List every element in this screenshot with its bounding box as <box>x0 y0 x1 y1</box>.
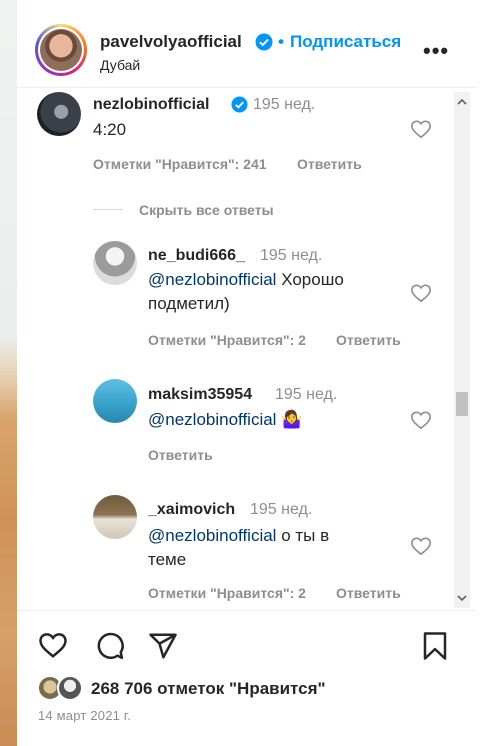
reply-text-line1: Хорошо <box>276 270 344 289</box>
reply-button[interactable]: Ответить <box>148 447 213 463</box>
reply-username[interactable]: ne_budi666_ <box>148 247 245 265</box>
post-location[interactable]: Дубай <box>100 57 140 73</box>
comment-like-heart-icon[interactable] <box>410 119 432 139</box>
comment-icon[interactable] <box>95 631 125 661</box>
reply-like-heart-icon[interactable] <box>410 410 432 430</box>
comment-time[interactable]: 195 нед. <box>253 96 315 114</box>
comments-scrollbar[interactable] <box>454 92 470 608</box>
post-panel: pavelvolyaofficial • Подписаться Дубай •… <box>17 0 477 746</box>
post-header: pavelvolyaofficial • Подписаться Дубай •… <box>17 0 477 88</box>
reply-like-heart-icon[interactable] <box>410 283 432 303</box>
share-icon[interactable] <box>148 631 178 661</box>
right-gap <box>477 0 487 746</box>
reply-avatar[interactable] <box>93 495 137 539</box>
verified-badge-icon <box>231 96 248 113</box>
hide-replies-button[interactable]: Скрыть все ответы <box>139 202 274 218</box>
reply-time[interactable]: 195 нед. <box>250 501 312 519</box>
reply-text: @nezlobinofficial 🤷‍♀️ <box>148 408 302 432</box>
more-options-icon[interactable]: ••• <box>423 38 449 64</box>
reply-button[interactable]: Ответить <box>336 332 401 348</box>
author-avatar[interactable] <box>35 24 87 76</box>
shrug-emoji: 🤷‍♀️ <box>281 410 303 429</box>
background-image-strip <box>0 0 17 746</box>
scroll-down-arrow-icon[interactable] <box>454 592 470 604</box>
reply-text-line2: теме <box>148 550 187 569</box>
header-separator: • <box>278 32 284 51</box>
reply-button[interactable]: Ответить <box>297 156 362 172</box>
reply-username[interactable]: _xaimovich <box>148 501 235 519</box>
follow-button[interactable]: Подписаться <box>290 32 401 52</box>
post-actions: 268 706 отметок "Нравится" 14 март 2021 … <box>17 610 477 746</box>
reply-avatar[interactable] <box>93 379 137 423</box>
liker-avatar <box>57 675 83 701</box>
reply-text-line1: о ты в <box>276 526 330 545</box>
reply-time[interactable]: 195 нед. <box>275 386 337 404</box>
scrollbar-thumb[interactable] <box>456 392 468 416</box>
likes-count[interactable]: 268 706 отметок "Нравится" <box>91 679 326 699</box>
author-username[interactable]: pavelvolyaofficial <box>100 32 242 52</box>
reply-text-line2: подметил) <box>148 294 230 313</box>
reply-text: @nezlobinofficial о ты в <box>148 524 329 548</box>
comment-username[interactable]: nezlobinofficial <box>93 96 209 114</box>
verified-badge-icon <box>255 33 273 51</box>
reply-likes-count[interactable]: Отметки "Нравится": 2 <box>148 332 306 348</box>
reply-mention[interactable]: @nezlobinofficial <box>148 410 276 429</box>
divider-line <box>93 209 123 210</box>
comment-text: 4:20 <box>93 120 127 139</box>
reply-mention[interactable]: @nezlobinofficial <box>148 270 276 289</box>
reply-likes-count[interactable]: Отметки "Нравится": 2 <box>148 585 306 601</box>
scroll-up-arrow-icon[interactable] <box>454 96 470 108</box>
comments-section[interactable]: nezlobinofficial 195 нед. 4:20 Отметки "… <box>17 88 477 610</box>
reply-mention[interactable]: @nezlobinofficial <box>148 526 276 545</box>
reply-button[interactable]: Ответить <box>336 585 401 601</box>
post-date[interactable]: 14 март 2021 г. <box>38 708 131 723</box>
comment-likes-count[interactable]: Отметки "Нравится": 241 <box>93 156 267 172</box>
likers-avatars[interactable] <box>37 675 91 701</box>
heart-icon[interactable] <box>38 631 68 659</box>
reply-username[interactable]: maksim35954 <box>148 386 252 404</box>
comment-avatar[interactable] <box>37 92 81 136</box>
reply-avatar[interactable] <box>93 241 137 285</box>
reply-text: @nezlobinofficial Хорошо <box>148 268 344 292</box>
reply-like-heart-icon[interactable] <box>410 536 432 556</box>
bookmark-icon[interactable] <box>422 631 448 661</box>
reply-time[interactable]: 195 нед. <box>260 247 322 265</box>
